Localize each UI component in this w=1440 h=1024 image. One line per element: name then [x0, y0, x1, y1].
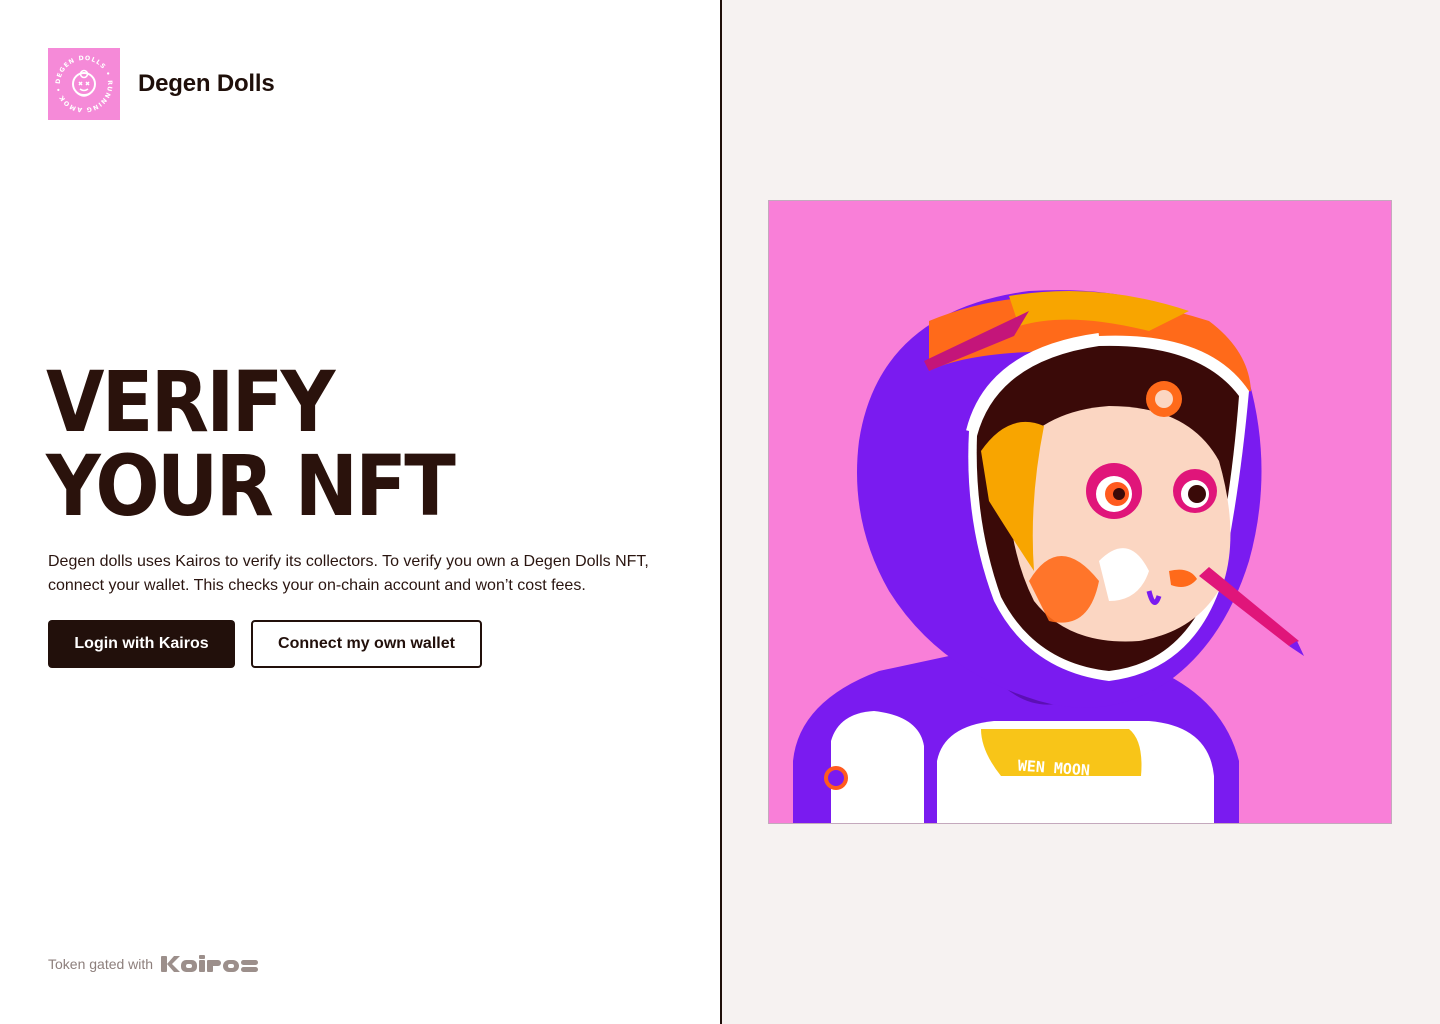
nft-artwork: WEN MOON: [768, 200, 1392, 824]
artwork-panel: WEN MOON: [722, 0, 1440, 1024]
verify-description: Degen dolls uses Kairos to verify its co…: [48, 553, 649, 594]
astronaut-doll-illustration-icon: WEN MOON: [769, 201, 1391, 823]
page-title: VERIFY YOUR NFT: [46, 353, 456, 535]
headline-line-1: VERIFY: [46, 353, 335, 451]
token-gated-footer: Token gated with kairos: [48, 955, 259, 973]
auth-panel: DEGEN DOLLS • RUNNING AMOK • Degen Dolls…: [0, 0, 720, 1024]
kairos-logo-icon[interactable]: kairos: [161, 955, 259, 973]
brand-name: Degen Dolls: [138, 70, 275, 97]
login-with-kairos-button[interactable]: Login with Kairos: [48, 620, 235, 668]
auth-actions: Login with Kairos Connect my own wallet: [48, 620, 482, 668]
headline-line-2: YOUR NFT: [46, 437, 456, 535]
brand-header: DEGEN DOLLS • RUNNING AMOK • Degen Dolls: [48, 48, 275, 120]
degen-dolls-logo-icon: DEGEN DOLLS • RUNNING AMOK •: [48, 48, 120, 120]
footer-text: Token gated with: [48, 956, 154, 972]
connect-wallet-button[interactable]: Connect my own wallet: [251, 620, 482, 668]
